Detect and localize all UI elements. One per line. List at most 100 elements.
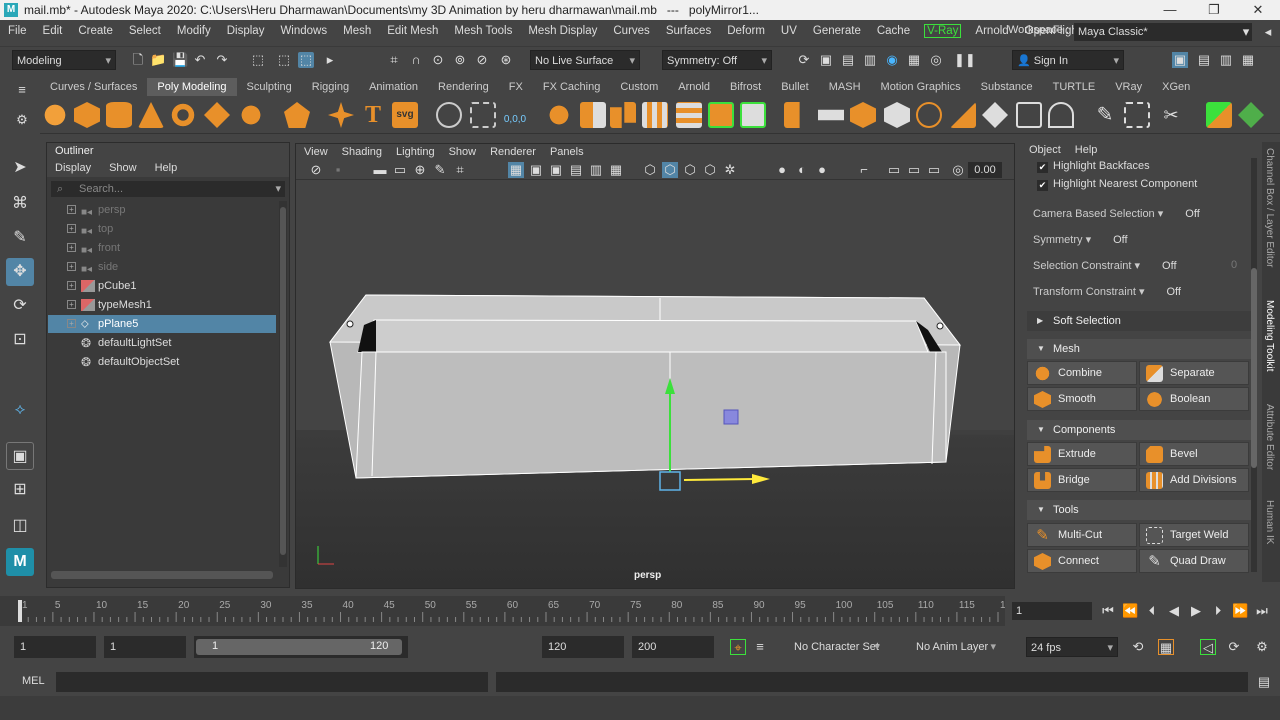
shelf-tab-custom[interactable]: Custom (610, 78, 668, 96)
expand-icon[interactable]: + (67, 243, 76, 252)
expand-icon[interactable]: + (67, 319, 76, 328)
menu-edit[interactable]: Edit (35, 25, 71, 37)
smooth-shelf-icon[interactable] (642, 102, 668, 128)
extrude-shelf-icon[interactable] (708, 102, 734, 128)
shelf-tab-fx-caching[interactable]: FX Caching (533, 78, 610, 96)
manipulator-z-handle[interactable] (723, 409, 739, 425)
tab-channel-box[interactable]: Channel Box / Layer Editor (1264, 148, 1275, 268)
outliner-menu-help[interactable]: Help (155, 159, 178, 177)
expand-icon[interactable]: + (67, 205, 76, 214)
shelf-tab-rigging[interactable]: Rigging (302, 78, 359, 96)
auto-key-icon[interactable]: ⌖ (730, 639, 746, 655)
collapse-arrow-icon[interactable]: ◂ (1260, 24, 1276, 40)
combine-shelf-icon[interactable] (546, 102, 572, 128)
poly-plane-icon[interactable] (204, 102, 230, 128)
menu-mesh-tools[interactable]: Mesh Tools (446, 25, 520, 37)
select-component-icon[interactable]: ⬚ (298, 52, 314, 68)
step-forward-key-icon[interactable]: ⏵ (1210, 603, 1226, 619)
select-object-icon[interactable]: ⬚ (276, 52, 292, 68)
highlight-backfaces-checkbox[interactable]: ✔ Highlight Backfaces (1037, 160, 1150, 173)
attribute-editor-icon[interactable]: ▤ (1196, 52, 1212, 68)
safe-action-icon[interactable]: ▭ (926, 162, 942, 178)
shelf-tab-substance[interactable]: Substance (971, 78, 1043, 96)
xray-icon[interactable]: ⬡ (662, 162, 678, 178)
type-tool-icon[interactable]: T (360, 102, 386, 128)
menu-generate[interactable]: Generate (805, 25, 869, 37)
mirror-shelf-icon[interactable] (610, 102, 636, 128)
image-plane-icon[interactable]: ▭ (392, 162, 408, 178)
outliner-menu-show[interactable]: Show (109, 159, 137, 177)
snap-live-icon[interactable]: ⊘ (474, 52, 490, 68)
mesh-cleanup-icon[interactable] (470, 102, 496, 128)
insert-edge-loop-icon[interactable] (950, 102, 976, 128)
shelf-settings-icon[interactable]: ⚙ (14, 112, 30, 128)
outliner-item-defaultlightset[interactable]: ❂ defaultLightSet (48, 334, 276, 352)
new-scene-icon[interactable]: 🗋 (130, 52, 146, 68)
svg-tool-icon[interactable]: svg (392, 102, 418, 128)
step-back-frame-icon[interactable]: ⏪ (1122, 603, 1138, 619)
lasso-tool-icon[interactable]: ⌘ (6, 190, 34, 218)
2d-pan-zoom-icon[interactable]: ⊕ (412, 162, 428, 178)
shelf-tab-animation[interactable]: Animation (359, 78, 428, 96)
move-tool-icon[interactable]: ✥ (6, 258, 34, 286)
symmetry-option[interactable]: Symmetry ▾ Off (1033, 233, 1128, 246)
textured-icon[interactable]: ▤ (568, 162, 584, 178)
components-section-header[interactable]: Components (1027, 420, 1251, 440)
poly-cone-icon[interactable] (138, 102, 164, 128)
animation-end-field[interactable]: 200 (632, 636, 714, 658)
pause-icon[interactable]: ❚❚ (954, 52, 976, 68)
shelf-tab-motion-graphics[interactable]: Motion Graphics (871, 78, 971, 96)
menu-edit-mesh[interactable]: Edit Mesh (379, 25, 446, 37)
close-button[interactable]: ✕ (1238, 0, 1278, 20)
motion-blur-icon[interactable]: ● (774, 162, 790, 178)
toolkit-scrollbar[interactable] (1251, 158, 1257, 572)
toolkit-menu-object[interactable]: Object (1029, 142, 1061, 158)
highlight-nearest-checkbox[interactable]: ✔ Highlight Nearest Component (1037, 178, 1197, 191)
shadows-icon[interactable]: ▦ (608, 162, 624, 178)
outliner-item-defaultobjectset[interactable]: ❂ defaultObjectSet (48, 353, 276, 371)
viewport-menu-show[interactable]: Show (449, 144, 477, 160)
tool-settings-icon[interactable]: ▥ (1218, 52, 1234, 68)
exposure-icon[interactable]: ◎ (950, 162, 966, 178)
camera-based-selection-option[interactable]: Camera Based Selection ▾ Off (1033, 207, 1200, 220)
time-slider[interactable]: 1 5 10 15 20 25 30 35 40 45 50 55 60 65 70 75 80 85 90 95 10… (0, 596, 1012, 626)
anim-layer-dropdown[interactable]: No Anim Layer (894, 637, 1000, 657)
mesh-section-header[interactable]: Mesh (1027, 339, 1251, 359)
poly-cube-icon[interactable] (74, 102, 100, 128)
script-language-toggle[interactable]: MEL (22, 675, 45, 687)
poly-disc-icon[interactable] (238, 102, 264, 128)
combine-button[interactable]: Combine (1027, 361, 1137, 385)
range-slider-handle[interactable]: 1 120 (196, 639, 402, 655)
offset-edge-loop-icon[interactable] (982, 102, 1008, 128)
xray-components-icon[interactable]: ⬡ (702, 162, 718, 178)
sound-icon[interactable]: ◁ (1200, 639, 1216, 655)
anti-aliasing-icon[interactable]: ◐ (794, 162, 810, 178)
bridge-button[interactable]: Bridge (1027, 468, 1137, 492)
manipulator-x-axis[interactable] (683, 478, 757, 481)
quad-draw-button[interactable]: ✎ Quad Draw (1139, 549, 1249, 573)
outliner-menu-display[interactable]: Display (55, 159, 91, 177)
snap-to-grid-icon[interactable]: ⌗ (386, 52, 402, 68)
outliner-vertical-scrollbar[interactable] (279, 201, 287, 567)
step-forward-frame-icon[interactable]: ⏩ (1232, 603, 1248, 619)
menu-windows[interactable]: Windows (272, 25, 335, 37)
coordinates-tool-icon[interactable]: 0,0,0 (502, 102, 528, 128)
menu-surfaces[interactable]: Surfaces (658, 25, 719, 37)
redo-icon[interactable]: ↷ (214, 52, 230, 68)
viewport-menu-renderer[interactable]: Renderer (490, 144, 536, 160)
menu-vray[interactable]: V-Ray (924, 24, 962, 38)
film-gate-icon[interactable]: ▭ (886, 162, 902, 178)
symmetry-dropdown[interactable]: Symmetry: Off (662, 50, 772, 71)
expand-icon[interactable]: + (67, 281, 76, 290)
menu-select[interactable]: Select (121, 25, 169, 37)
playback-start-field[interactable]: 1 (104, 636, 186, 658)
outliner-item-persp[interactable]: + ■◂ persp (48, 201, 276, 219)
poly-torus-icon[interactable] (170, 102, 196, 128)
extrude-button[interactable]: Extrude (1027, 442, 1137, 466)
live-surface-field[interactable]: No Live Surface (530, 50, 640, 71)
exposure-field[interactable]: 0.00 (968, 162, 1002, 178)
wireframe-on-shaded-icon[interactable]: ▣ (548, 162, 564, 178)
expand-icon[interactable]: + (67, 262, 76, 271)
target-weld-button[interactable]: Target Weld (1139, 523, 1249, 547)
tab-modeling-toolkit[interactable]: Modeling Toolkit (1264, 300, 1275, 372)
